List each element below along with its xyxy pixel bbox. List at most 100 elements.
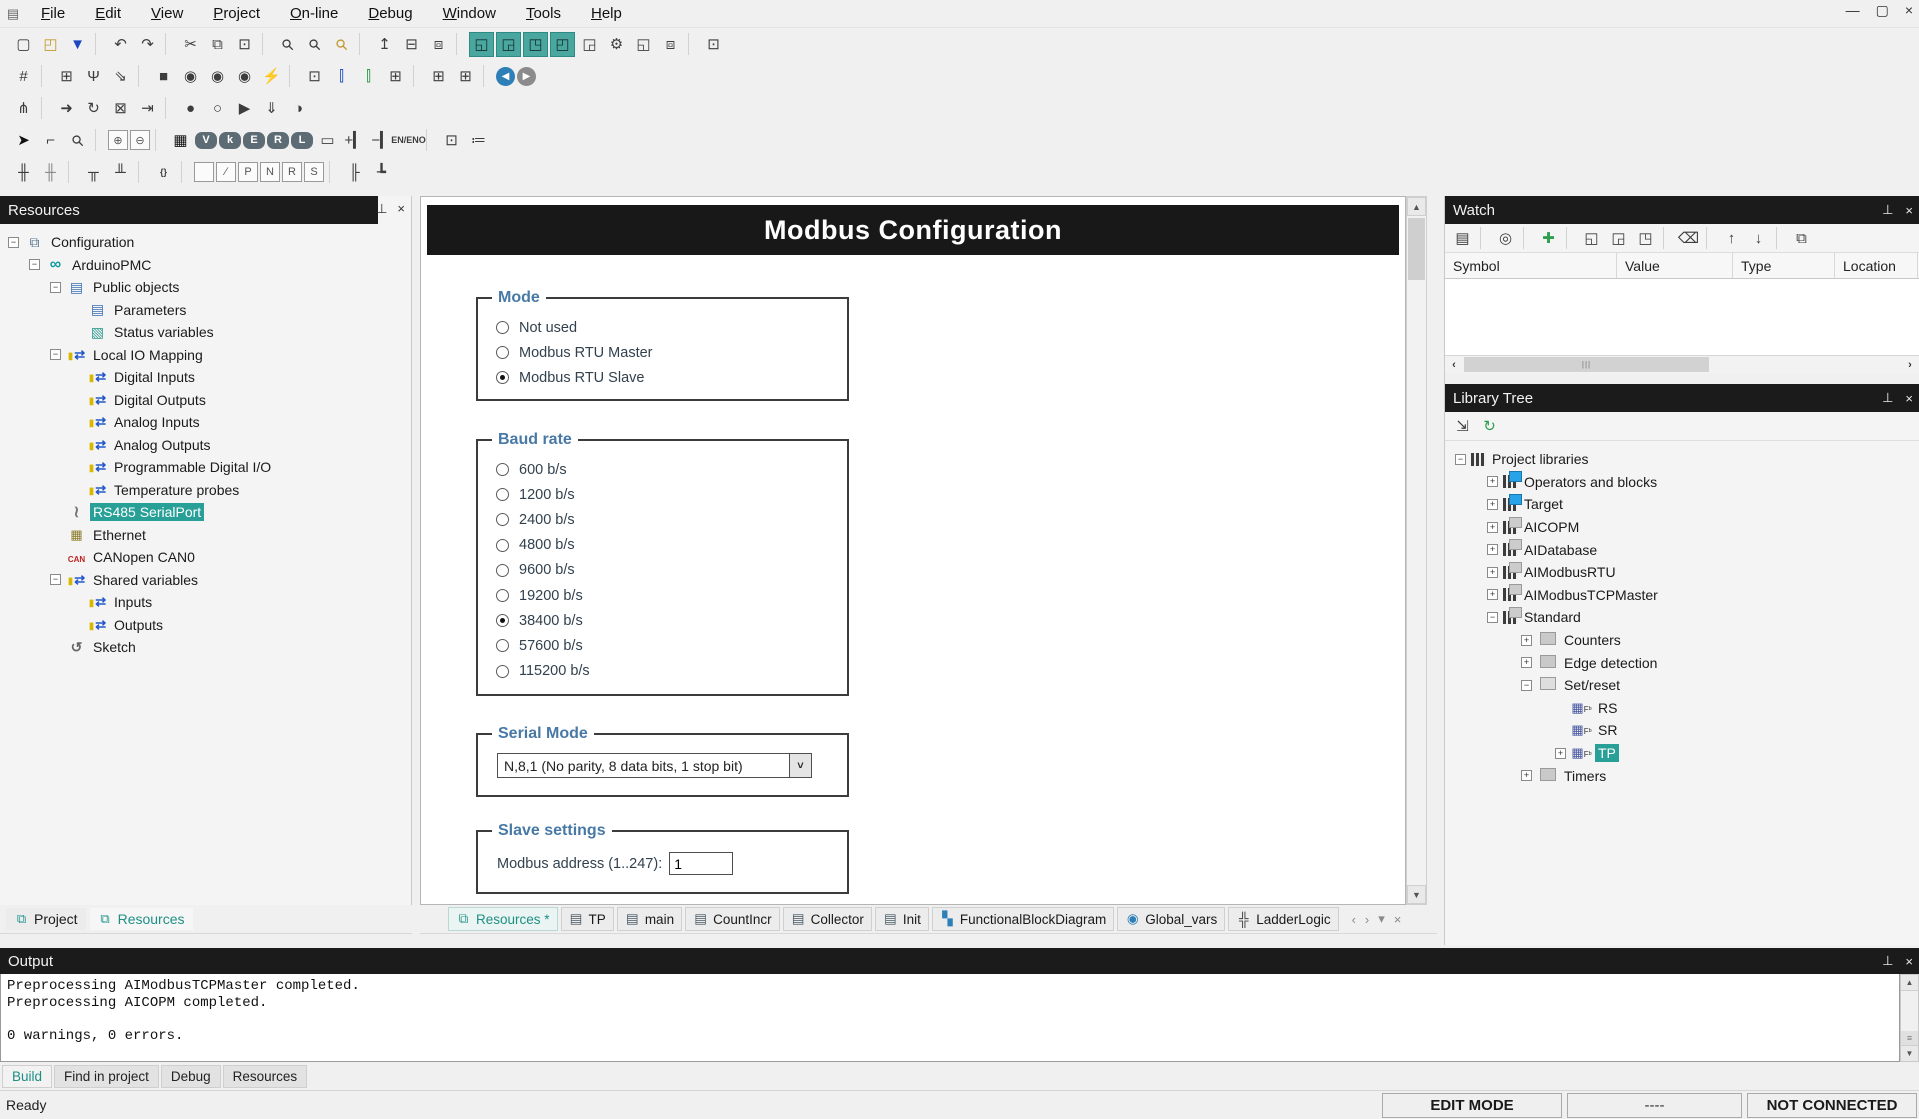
run-test-icon[interactable]: ⋔ — [11, 96, 36, 121]
tree-item[interactable]: Status variables — [0, 321, 411, 344]
baud-radio-option[interactable]: 600 b/s — [496, 457, 847, 482]
save-project-icon[interactable]: ▼ — [65, 32, 90, 57]
close-icon[interactable]: × — [1905, 203, 1913, 218]
tree-expander-icon[interactable]: + — [1487, 499, 1498, 510]
project-window-toggle-icon[interactable]: ◱ — [469, 32, 494, 57]
tree-item[interactable]: + TP — [1445, 742, 1919, 765]
zoom-in-icon[interactable]: ⊕ — [108, 130, 128, 150]
load-watchlist-icon[interactable]: ◲ — [1606, 226, 1631, 251]
tree-item[interactable]: Ethernet — [0, 524, 411, 547]
move-up-icon[interactable]: ↑ — [1719, 226, 1744, 251]
tree-item[interactable]: Parameters — [0, 299, 411, 322]
close-icon[interactable]: × — [1905, 391, 1913, 406]
panel-tab[interactable]: Resources — [90, 908, 193, 930]
r-coil-icon[interactable]: R — [282, 162, 302, 182]
tree-expander-icon[interactable]: + — [1521, 635, 1532, 646]
menu-item[interactable]: On-line — [275, 2, 353, 25]
tree-item[interactable]: + AICOPM — [1445, 516, 1919, 539]
branch-icon[interactable]: ┺ — [369, 160, 394, 185]
tree-expander-icon[interactable]: + — [1487, 589, 1498, 600]
step-branch-icon[interactable]: ◑ — [286, 96, 311, 121]
tree-item[interactable]: + Counters — [1445, 629, 1919, 652]
baud-radio-option[interactable]: 38400 b/s — [496, 608, 847, 633]
expression-block-icon[interactable]: E — [243, 132, 265, 149]
contact-above-icon[interactable]: ╥ — [81, 160, 106, 185]
watch-properties-icon[interactable]: ▤ — [1450, 226, 1475, 251]
tree-expander-icon[interactable]: − — [50, 282, 61, 293]
tree-expander-icon[interactable]: − — [50, 574, 61, 585]
tree-expander-icon[interactable]: − — [1521, 680, 1532, 691]
page-vertical-scrollbar[interactable]: ▲ ▼ — [1406, 196, 1427, 905]
live-debug-icon[interactable]: ⫿ — [356, 64, 381, 89]
output-tab[interactable]: Resources — [223, 1065, 308, 1088]
tree-expander-icon[interactable]: + — [1487, 567, 1498, 578]
tree-item[interactable]: − Shared variables — [0, 569, 411, 592]
watch-column-header[interactable]: Symbol — [1445, 253, 1617, 278]
tree-item[interactable]: + Timers — [1445, 764, 1919, 787]
close-button[interactable]: × — [1905, 2, 1913, 19]
zoom-tool-icon[interactable]: ⚲ — [60, 122, 95, 157]
contact-below-icon[interactable]: ╨ — [108, 160, 133, 185]
scroll-right-icon[interactable]: › — [1901, 356, 1919, 373]
menu-item[interactable]: Window — [428, 2, 511, 25]
output-tab[interactable]: Find in project — [54, 1065, 159, 1088]
mode-radio-option[interactable]: Modbus RTU Slave — [496, 365, 847, 390]
tree-expander-icon[interactable]: + — [1555, 748, 1566, 759]
negated-contact-icon[interactable]: ∕ — [216, 162, 236, 182]
watch-window-toggle-icon[interactable]: ◰ — [550, 32, 575, 57]
mode-radio-option[interactable]: Not used — [496, 315, 847, 340]
copy-icon[interactable]: ⧉ — [205, 32, 230, 57]
panel-splitter[interactable] — [1445, 373, 1919, 384]
watch-horizontal-scrollbar[interactable]: ‹ ||| › — [1445, 355, 1919, 373]
comment-icon[interactable]: ▭ — [315, 128, 340, 153]
tree-item[interactable]: CANopen CAN0 — [0, 546, 411, 569]
watch-column-header[interactable]: Location — [1835, 253, 1918, 278]
mode-radio-option[interactable]: Modbus RTU Master — [496, 340, 847, 365]
tree-item[interactable]: + AIDatabase — [1445, 538, 1919, 561]
scrollbar-grip-icon[interactable]: ≡ — [1901, 1031, 1918, 1045]
menu-item[interactable]: View — [136, 2, 198, 25]
breakpoint-icon[interactable]: ○ — [205, 96, 230, 121]
menu-item[interactable]: Help — [576, 2, 637, 25]
scroll-down-icon[interactable]: ▼ — [1901, 1045, 1918, 1061]
tree-item[interactable]: Sketch — [0, 636, 411, 659]
output-vertical-scrollbar[interactable]: ▲ ≡ ▼ — [1900, 974, 1919, 1062]
add-symbol-icon[interactable]: ✚ — [1536, 226, 1561, 251]
code-generation-icon[interactable]: ⊞ — [54, 64, 79, 89]
radio-icon[interactable] — [496, 614, 509, 627]
tree-expander-icon[interactable]: − — [1455, 454, 1466, 465]
output-log[interactable]: Preprocessing AIModbusTCPMaster complete… — [0, 974, 1900, 1062]
minimize-button[interactable]: — — [1846, 2, 1860, 19]
document-tab[interactable]: Resources * — [448, 907, 558, 931]
open-project-icon[interactable]: ◰ — [38, 32, 63, 57]
grid-insert-icon[interactable]: ⊞ — [426, 64, 451, 89]
print-preview-icon[interactable]: ⧈ — [426, 32, 451, 57]
tree-item[interactable]: Digital Inputs — [0, 366, 411, 389]
tree-expander-icon[interactable]: − — [8, 237, 19, 248]
zoom-out-icon[interactable]: ⊖ — [130, 130, 150, 150]
tab-prev-icon[interactable]: ‹ — [1352, 912, 1356, 927]
tree-item[interactable]: − Configuration — [0, 231, 411, 254]
radio-icon[interactable] — [496, 463, 509, 476]
close-icon[interactable]: × — [1905, 954, 1913, 969]
tree-item[interactable]: + Edge detection — [1445, 651, 1919, 674]
variable-assign-icon[interactable]: ⇘ — [108, 64, 133, 89]
menu-item[interactable]: Edit — [80, 2, 136, 25]
watch-table-body[interactable] — [1445, 279, 1919, 355]
tree-expander-icon[interactable]: + — [1521, 770, 1532, 781]
maximize-button[interactable]: ▢ — [1876, 2, 1889, 19]
radio-icon[interactable] — [496, 346, 509, 359]
radio-icon[interactable] — [496, 665, 509, 678]
tree-item[interactable]: RS485 SerialPort — [0, 501, 411, 524]
en-eno-icon[interactable]: EN/ENO — [396, 128, 421, 153]
options-gear-icon[interactable]: ⚙ — [604, 32, 629, 57]
tree-item[interactable]: Outputs — [0, 614, 411, 637]
reset-icon[interactable]: ⇥ — [135, 96, 160, 121]
tree-item[interactable]: − Local IO Mapping — [0, 344, 411, 367]
step-into-icon[interactable]: ⇓ — [259, 96, 284, 121]
scroll-left-icon[interactable]: ‹ — [1445, 356, 1463, 373]
output-tab[interactable]: Build — [2, 1065, 52, 1088]
menu-item[interactable]: Debug — [353, 2, 427, 25]
device-view-icon[interactable]: ⊡ — [302, 64, 327, 89]
document-tab[interactable]: Init — [875, 907, 929, 931]
